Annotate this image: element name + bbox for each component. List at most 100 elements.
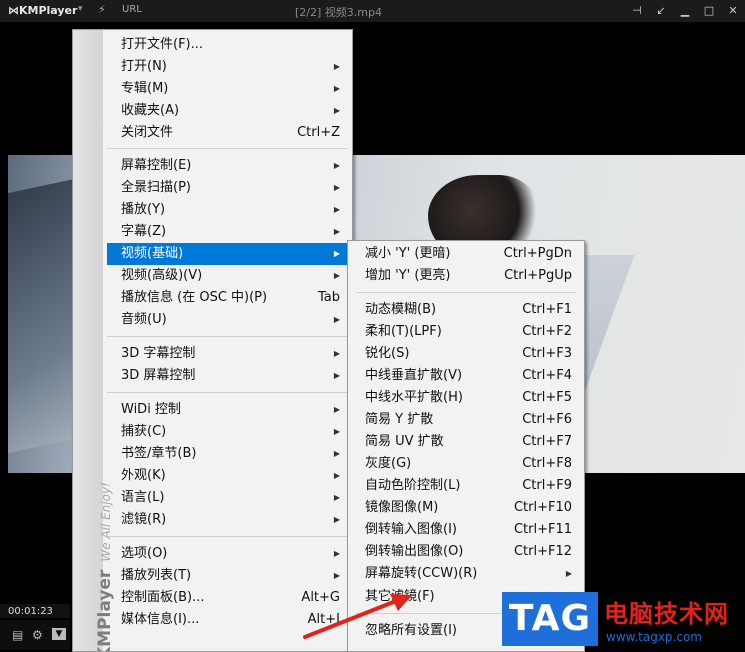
menu-item[interactable]: 滤镜(R) ▶ — [107, 509, 348, 531]
submenu-item[interactable]: 自动色阶控制(L) Ctrl+F9 — [352, 475, 580, 497]
menu-item[interactable]: 屏幕控制(E) ▶ — [107, 155, 348, 177]
submenu-item[interactable]: 柔和(T)(LPF) Ctrl+F2 — [352, 321, 580, 343]
submenu-item-shortcut: Ctrl+F7 — [522, 434, 572, 449]
menu-item[interactable]: 播放(Y) ▶ — [107, 199, 348, 221]
submenu-item-shortcut: Ctrl+F10 — [513, 500, 572, 515]
lightning-icon[interactable]: ⚡ — [98, 3, 106, 16]
submenu-item-shortcut: Ctrl+F9 — [522, 478, 572, 493]
submenu-arrow-icon: ▶ — [333, 571, 340, 580]
menu-item[interactable]: 视频(基础) ▶ — [107, 243, 348, 265]
submenu-item[interactable]: 屏幕旋转(CCW)(R) ▶ — [352, 563, 580, 585]
shrink-icon[interactable]: ↙ — [649, 0, 673, 22]
menu-item[interactable]: 播放列表(T) ▶ — [107, 565, 348, 587]
title-bar: ⋈KMPlayer ▾ ⚡ URL [2/2] 视频3.mp4 ⊣ ↙ ▁ □ … — [0, 0, 745, 22]
submenu-item[interactable]: 减小 'Y' (更暗) Ctrl+PgDn — [352, 243, 580, 265]
menu-item-label: 关闭文件 — [121, 125, 174, 140]
menu-item[interactable]: 字幕(Z) ▶ — [107, 221, 348, 243]
close-icon[interactable]: ✕ — [721, 0, 745, 22]
submenu-item-shortcut: Ctrl+F1 — [522, 302, 572, 317]
menu-item[interactable]: WiDi 控制 ▶ — [107, 399, 348, 421]
submenu-arrow-icon: ▶ — [333, 62, 340, 71]
submenu-item-label: 倒转输出图像(O) — [365, 544, 464, 559]
url-button[interactable]: URL — [122, 4, 142, 15]
submenu-item-shortcut: Ctrl+F3 — [522, 346, 572, 361]
submenu-item[interactable]: 倒转输入图像(I) Ctrl+F11 — [352, 519, 580, 541]
menu-item-label: 屏幕控制(E) — [121, 158, 192, 173]
menu-item[interactable]: 打开文件(F)... — [107, 34, 348, 56]
menu-item[interactable]: 音频(U) ▶ — [107, 309, 348, 331]
submenu-arrow-icon: ▶ — [333, 515, 340, 524]
menu-item-label: 收藏夹(A) — [121, 103, 180, 118]
submenu-item-shortcut: Ctrl+F12 — [513, 544, 572, 559]
submenu-item-shortcut: Ctrl+PgUp — [504, 268, 572, 283]
menu-item[interactable]: 专辑(M) ▶ — [107, 78, 348, 100]
submenu-arrow-icon: ▶ — [333, 349, 340, 358]
menu-item[interactable]: 播放信息 (在 OSC 中)(P) Tab — [107, 287, 348, 309]
chevron-down-icon[interactable]: ▾ — [78, 4, 83, 14]
menu-item[interactable]: 3D 字幕控制 ▶ — [107, 343, 348, 365]
menu-item-label: 书签/章节(B) — [121, 446, 197, 461]
annotation-arrow-icon — [303, 594, 412, 639]
watermark: TAG 电脑技术网 www.tagxp.com — [502, 588, 745, 650]
logo-mark-icon: ⋈ — [8, 4, 19, 17]
menu-item[interactable]: 收藏夹(A) ▶ — [107, 100, 348, 122]
submenu-item[interactable]: 增加 'Y' (更亮) Ctrl+PgUp — [352, 265, 580, 287]
menu-item-label: 打开(N) — [121, 59, 167, 74]
submenu-item-shortcut: Ctrl+F5 — [522, 390, 572, 405]
playlist-icon[interactable]: ▤ — [12, 628, 23, 642]
submenu-item[interactable]: 中线垂直扩散(V) Ctrl+F4 — [352, 365, 580, 387]
submenu-item-shortcut: Ctrl+PgDn — [503, 246, 572, 261]
gear-icon[interactable]: ⚙ — [32, 628, 43, 642]
maximize-icon[interactable]: □ — [697, 0, 721, 22]
minimize-icon[interactable]: ▁ — [673, 0, 697, 22]
submenu-item[interactable]: 动态模糊(B) Ctrl+F1 — [352, 299, 580, 321]
submenu-arrow-icon: ▶ — [333, 161, 340, 170]
download-icon[interactable]: ▼ — [52, 628, 66, 640]
submenu-arrow-icon: ▶ — [333, 427, 340, 436]
submenu-item-label: 动态模糊(B) — [365, 302, 437, 317]
submenu-item-label: 灰度(G) — [365, 456, 412, 471]
submenu-item-label: 中线垂直扩散(V) — [365, 368, 463, 383]
pin-icon[interactable]: ⊣ — [625, 0, 649, 22]
window-buttons: ⊣ ↙ ▁ □ ✕ — [625, 0, 745, 22]
submenu-item-label: 中线水平扩散(H) — [365, 390, 463, 405]
submenu-item[interactable]: 中线水平扩散(H) Ctrl+F5 — [352, 387, 580, 409]
menu-item[interactable]: 全景扫描(P) ▶ — [107, 177, 348, 199]
menu-item-label: 字幕(Z) — [121, 224, 167, 239]
menu-item-label: 外观(K) — [121, 468, 166, 483]
menu-item[interactable]: 外观(K) ▶ — [107, 465, 348, 487]
submenu-item[interactable]: 倒转输出图像(O) Ctrl+F12 — [352, 541, 580, 563]
app-name: KMPlayer — [19, 4, 78, 17]
app-logo[interactable]: ⋈KMPlayer — [8, 4, 77, 17]
menu-item[interactable]: 语言(L) ▶ — [107, 487, 348, 509]
menu-item[interactable]: 选项(O) ▶ — [107, 543, 348, 565]
menu-item-label: 全景扫描(P) — [121, 180, 191, 195]
menu-separator — [107, 336, 348, 337]
submenu-item[interactable]: 简易 Y 扩散 Ctrl+F6 — [352, 409, 580, 431]
menu-item-label: 滤镜(R) — [121, 512, 167, 527]
submenu-item[interactable]: 锐化(S) Ctrl+F3 — [352, 343, 580, 365]
submenu-item-label: 屏幕旋转(CCW)(R) — [365, 566, 478, 581]
submenu-item[interactable]: 灰度(G) Ctrl+F8 — [352, 453, 580, 475]
submenu-item-label: 锐化(S) — [365, 346, 410, 361]
menu-item[interactable]: 书签/章节(B) ▶ — [107, 443, 348, 465]
submenu-item-label: 倒转输入图像(I) — [365, 522, 457, 537]
menu-item-label: WiDi 控制 — [121, 402, 181, 417]
watermark-title: 电脑技术网 — [604, 600, 729, 628]
submenu-item[interactable]: 简易 UV 扩散 Ctrl+F7 — [352, 431, 580, 453]
menu-item-shortcut: Ctrl+Z — [297, 125, 340, 140]
menu-separator — [107, 536, 348, 537]
elapsed-time: 00:01:23 — [8, 606, 53, 617]
submenu-arrow-icon: ▶ — [333, 249, 340, 258]
menu-item[interactable]: 3D 屏幕控制 ▶ — [107, 365, 348, 387]
menu-item[interactable]: 打开(N) ▶ — [107, 56, 348, 78]
menu-separator — [356, 292, 576, 293]
menu-item[interactable]: 视频(高级)(V) ▶ — [107, 265, 348, 287]
menu-item[interactable]: 关闭文件 Ctrl+Z — [107, 122, 348, 144]
menu-separator — [107, 148, 348, 149]
submenu-item[interactable]: 镜像图像(M) Ctrl+F10 — [352, 497, 580, 519]
menu-item-label: 捕获(C) — [121, 424, 167, 439]
menu-item[interactable]: 捕获(C) ▶ — [107, 421, 348, 443]
submenu-item-shortcut: Ctrl+F8 — [522, 456, 572, 471]
submenu-item-shortcut: Ctrl+F6 — [522, 412, 572, 427]
